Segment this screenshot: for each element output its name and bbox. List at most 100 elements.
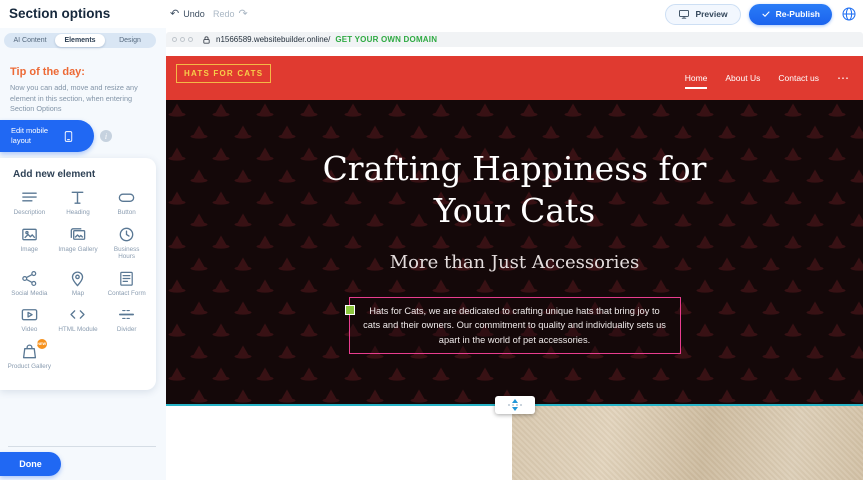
sidebar-divider — [8, 446, 156, 447]
element-item-map[interactable]: Map — [54, 269, 103, 298]
window-dot — [172, 37, 177, 42]
arrow-down-icon — [512, 407, 518, 411]
html-module-icon — [68, 305, 87, 324]
site-url[interactable]: n1566589.websitebuilder.online/ — [216, 35, 330, 44]
nav-more-icon[interactable]: ⋯ — [837, 72, 849, 84]
preview-button[interactable]: Preview — [665, 4, 740, 25]
edit-mobile-label: Edit mobile layout — [11, 126, 55, 146]
monitor-icon — [678, 8, 690, 20]
window-dot — [180, 37, 185, 42]
section-resize-handle[interactable] — [495, 396, 535, 414]
element-drag-handle[interactable] — [345, 305, 355, 315]
page-title: Section options — [9, 0, 110, 28]
nav-about-us[interactable]: About Us — [725, 73, 760, 83]
element-grid: Description Heading Button Image — [0, 188, 156, 370]
divider-icon — [117, 305, 136, 324]
contact-form-icon — [117, 269, 136, 288]
check-icon — [761, 9, 771, 19]
redo-icon: ↷ — [239, 9, 248, 20]
undo-icon: ↶ — [170, 9, 179, 20]
tab-elements[interactable]: Elements — [55, 34, 105, 47]
element-item-business-hours[interactable]: Business Hours — [102, 225, 151, 261]
new-badge: NEW — [37, 339, 47, 349]
tab-ai-content-label: AI Content — [13, 37, 46, 44]
site-preview-canvas: n1566589.websitebuilder.online/ GET YOUR… — [166, 28, 863, 480]
info-icon[interactable]: i — [100, 130, 112, 142]
phone-icon — [62, 130, 75, 143]
element-item-video[interactable]: Video — [5, 305, 54, 334]
element-label: Description — [14, 209, 46, 217]
element-label: Product Gallery — [8, 363, 51, 371]
grip-dots-icon — [508, 404, 522, 406]
heading-icon — [68, 188, 87, 207]
element-item-description[interactable]: Description — [5, 188, 54, 217]
arrow-up-icon — [512, 399, 518, 403]
add-element-panel: Add new element Description Heading Butt… — [0, 158, 156, 390]
social-media-icon — [20, 269, 39, 288]
site-header: HATS FOR CATS Home About Us Contact us ⋯ — [166, 56, 863, 100]
globe-icon — [841, 6, 857, 22]
undo-button[interactable]: ↶ Undo — [170, 0, 205, 28]
tab-ai-content[interactable]: AI Content — [5, 34, 55, 47]
selected-text-element[interactable]: Hats for Cats, we are dedicated to craft… — [349, 297, 681, 354]
preview-label: Preview — [695, 9, 727, 19]
element-item-image[interactable]: Image — [5, 225, 54, 261]
element-item-social-media[interactable]: Social Media — [5, 269, 54, 298]
site-nav: Home About Us Contact us ⋯ — [685, 56, 849, 100]
element-label: Image — [21, 246, 39, 254]
topbar-actions: Preview Re-Publish — [665, 3, 857, 25]
hero-heading[interactable]: Crafting Happiness for Your Cats — [166, 148, 863, 232]
element-label: HTML Module — [58, 326, 97, 334]
nav-home[interactable]: Home — [685, 73, 708, 83]
tip-title: Tip of the day: — [10, 66, 152, 78]
hero-subheading[interactable]: More than Just Accessories — [166, 252, 863, 273]
business-hours-icon — [117, 225, 136, 244]
element-item-divider[interactable]: Divider — [102, 305, 151, 334]
add-element-title: Add new element — [0, 158, 156, 180]
description-icon — [20, 188, 39, 207]
element-item-heading[interactable]: Heading — [54, 188, 103, 217]
element-label: Button — [118, 209, 136, 217]
language-globe-button[interactable] — [840, 6, 857, 23]
republish-button[interactable]: Re-Publish — [749, 4, 832, 25]
sidebar-tabs: AI Content Elements Design — [4, 33, 156, 48]
tip-body: Now you can add, move and resize any ele… — [10, 83, 152, 115]
element-label: Image Gallery — [58, 246, 97, 254]
element-label: Contact Form — [108, 290, 146, 298]
tab-elements-label: Elements — [64, 37, 95, 44]
redo-label: Redo — [213, 9, 235, 19]
element-label: Map — [72, 290, 84, 298]
tab-design-label: Design — [119, 37, 141, 44]
done-button[interactable]: Done — [0, 452, 61, 476]
edit-mobile-layout-button[interactable]: Edit mobile layout — [0, 120, 94, 152]
element-item-contact-form[interactable]: Contact Form — [102, 269, 151, 298]
hero-paragraph: Hats for Cats, we are dedicated to craft… — [360, 304, 670, 347]
element-label: Social Media — [11, 290, 47, 298]
redo-button[interactable]: Redo ↷ — [213, 0, 248, 28]
element-label: Business Hours — [105, 246, 149, 261]
element-item-product-gallery[interactable]: NEW Product Gallery — [5, 342, 54, 371]
map-icon — [68, 269, 87, 288]
hero-heading-text: Crafting Happiness for Your Cats — [305, 148, 725, 232]
image-icon — [20, 225, 39, 244]
hero-section: Crafting Happiness for Your Cats More th… — [166, 100, 863, 406]
element-item-button[interactable]: Button — [102, 188, 151, 217]
element-item-image-gallery[interactable]: Image Gallery — [54, 225, 103, 261]
app-window: Section options ↶ Undo Redo ↷ Preview Re… — [0, 0, 863, 480]
site-logo[interactable]: HATS FOR CATS — [176, 64, 271, 83]
video-icon — [20, 305, 39, 324]
image-gallery-icon — [68, 225, 87, 244]
element-item-html-module[interactable]: HTML Module — [54, 305, 103, 334]
element-label: Video — [21, 326, 37, 334]
lock-icon — [202, 35, 211, 45]
tip-of-the-day: Tip of the day: Now you can add, move an… — [10, 66, 152, 115]
section-options-sidebar: AI Content Elements Design Tip of the da… — [0, 28, 166, 480]
tab-design[interactable]: Design — [105, 34, 155, 47]
nav-contact-us[interactable]: Contact us — [778, 73, 819, 83]
get-domain-link[interactable]: GET YOUR OWN DOMAIN — [335, 35, 437, 44]
button-icon — [117, 188, 136, 207]
window-dot — [188, 37, 193, 42]
republish-label: Re-Publish — [776, 9, 820, 19]
next-section-image — [512, 406, 863, 480]
undo-label: Undo — [183, 9, 205, 19]
